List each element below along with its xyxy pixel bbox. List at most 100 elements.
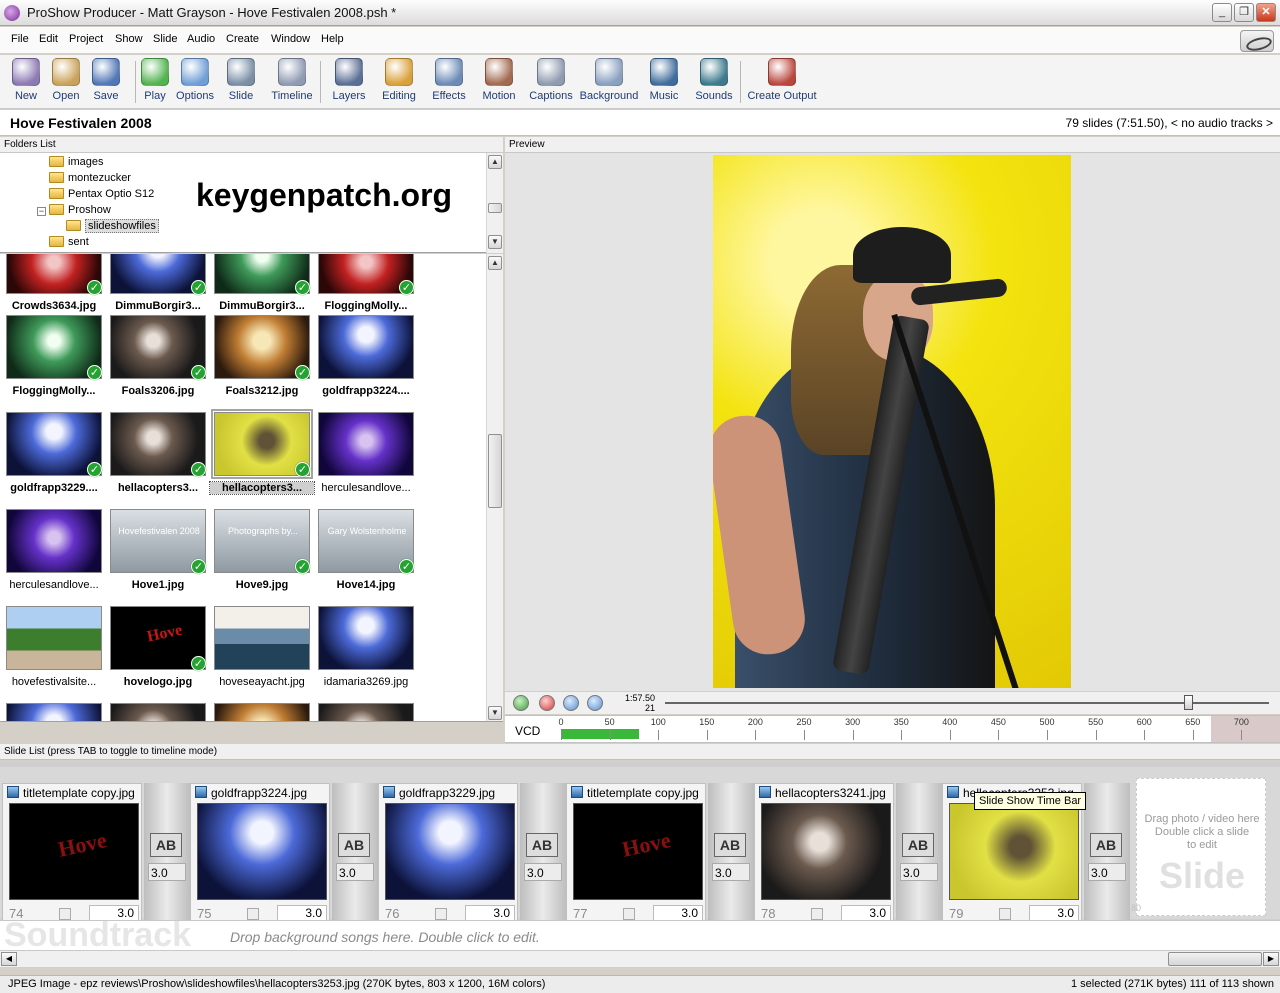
slide-sound-icon[interactable] — [435, 908, 447, 920]
slide-sound-icon[interactable] — [247, 908, 259, 920]
slide-list-scrollbar[interactable]: ◀ ▶ — [0, 950, 1280, 967]
transition-effect-icon[interactable]: AB — [150, 833, 182, 857]
thumbnail-item[interactable]: goldfrapp3224.... — [314, 309, 418, 405]
transition-item[interactable]: AB 3.0 — [332, 783, 378, 925]
scroll-left-icon[interactable]: ◀ — [1, 952, 17, 966]
maximize-button[interactable]: ❐ — [1234, 3, 1254, 22]
thumbnail-item[interactable]: Hove ✓ hovelogo.jpg — [106, 600, 210, 696]
scroll-down-icon[interactable]: ▼ — [488, 235, 502, 249]
scroll-up-icon[interactable]: ▲ — [488, 256, 502, 270]
show-time-ruler[interactable]: VCD 0 50 100 150 200 250 300 350 400 450 500 550 600… — [505, 715, 1280, 743]
transition-item[interactable]: AB 3.0 — [144, 783, 190, 925]
folder-item[interactable]: Pentax Optio S12 — [49, 188, 154, 200]
scroll-thumb[interactable] — [488, 434, 502, 508]
next-slide-button[interactable] — [587, 695, 603, 711]
proshow-app-icon[interactable] — [4, 5, 20, 21]
transition-duration[interactable]: 3.0 — [524, 863, 562, 881]
menu-edit[interactable]: Edit — [39, 33, 58, 45]
close-button[interactable]: ✕ — [1256, 3, 1276, 22]
scroll-right-icon[interactable]: ▶ — [1263, 952, 1279, 966]
transition-duration[interactable]: 3.0 — [900, 863, 938, 881]
menu-slide[interactable]: Slide — [153, 33, 177, 45]
thumbnail-item[interactable] — [106, 697, 210, 721]
transition-duration[interactable]: 3.0 — [336, 863, 374, 881]
slide-sound-icon[interactable] — [623, 908, 635, 920]
thumbnail-item[interactable]: Photographs by... ✓ Hove9.jpg — [210, 503, 314, 599]
thumbnail-item[interactable]: herculesandlove... — [2, 503, 106, 599]
transition-effect-icon[interactable]: AB — [902, 833, 934, 857]
thumbnail-item[interactable]: Hovefestivalen 2008 ✓ Hove1.jpg — [106, 503, 210, 599]
slide-sound-icon[interactable] — [999, 908, 1011, 920]
slide-item[interactable]: hellacopters3241.jpg 78 3.0 — [754, 783, 894, 925]
toolbar-motion-button[interactable]: Motion — [478, 58, 520, 106]
folder-item[interactable]: slideshowfiles — [66, 219, 159, 233]
slide-item[interactable]: titletemplate copy.jpg Hove 74 3.0 — [2, 783, 142, 925]
soundtrack-bar[interactable]: Soundtrack Drop background songs here. D… — [0, 916, 1280, 954]
toolbar-captions-button[interactable]: Captions — [527, 58, 575, 106]
menu-help[interactable]: Help — [321, 33, 344, 45]
transition-effect-icon[interactable]: AB — [1090, 833, 1122, 857]
folder-item[interactable]: sent — [49, 236, 89, 248]
toolbar-effects-button[interactable]: Effects — [428, 58, 470, 106]
menu-audio[interactable]: Audio — [187, 33, 215, 45]
scroll-thumb[interactable] — [1168, 952, 1262, 966]
transition-item[interactable]: AB 3.0 — [708, 783, 754, 925]
toolbar-music-button[interactable]: Music — [644, 58, 684, 106]
empty-slide-placeholder[interactable]: Drag photo / video here Double click a s… — [1131, 778, 1266, 916]
preview-position-track[interactable] — [665, 702, 1269, 704]
slide-summary[interactable]: 79 slides (7:51.50), < no audio tracks > — [1066, 116, 1273, 130]
thumbnail-item[interactable]: ✓ hellacopters3... — [106, 406, 210, 502]
thumbnail-item[interactable]: Gary Wolstenholme ✓ Hove14.jpg — [314, 503, 418, 599]
minimize-button[interactable]: _ — [1212, 3, 1232, 22]
scroll-thumb[interactable] — [488, 203, 502, 213]
folder-item[interactable]: images — [49, 156, 103, 168]
toolbar-slide-button[interactable]: Slide — [223, 58, 259, 106]
thumbnail-item[interactable] — [210, 697, 314, 721]
toolbar-timeline-button[interactable]: Timeline — [269, 58, 315, 106]
stop-button[interactable] — [539, 695, 555, 711]
menu-create[interactable]: Create — [226, 33, 259, 45]
scroll-up-icon[interactable]: ▲ — [488, 155, 502, 169]
slide-item[interactable]: goldfrapp3224.jpg 75 3.0 — [190, 783, 330, 925]
thumbnail-item[interactable]: ✓ hellacopters3... — [209, 406, 315, 502]
thumbnail-item[interactable]: hovefestivalsite... — [2, 600, 106, 696]
thumbnail-item[interactable]: ✓ Foals3212.jpg — [210, 309, 314, 405]
scroll-down-icon[interactable]: ▼ — [488, 706, 502, 720]
menu-show[interactable]: Show — [115, 33, 143, 45]
thumbnail-item[interactable]: ✓ FloggingMolly... — [2, 309, 106, 405]
slide-sound-icon[interactable] — [811, 908, 823, 920]
menu-project[interactable]: Project — [69, 33, 103, 45]
transition-item[interactable]: AB 3.0 — [1084, 783, 1130, 925]
thumbnail-item[interactable]: hoveseayacht.jpg — [210, 600, 314, 696]
toolbar-layers-button[interactable]: Layers — [328, 58, 370, 106]
menu-file[interactable]: File — [11, 33, 29, 45]
slide-item[interactable]: titletemplate copy.jpg Hove 77 3.0 — [566, 783, 706, 925]
thumbnail-item[interactable]: ✓ Foals3206.jpg — [106, 309, 210, 405]
transition-effect-icon[interactable]: AB — [338, 833, 370, 857]
toolbar-save-button[interactable]: Save — [88, 58, 124, 106]
previous-slide-button[interactable] — [563, 695, 579, 711]
thumbnail-item[interactable] — [314, 697, 418, 721]
play-button[interactable] — [513, 695, 529, 711]
toolbar-options-button[interactable]: Options — [173, 58, 217, 106]
menu-window[interactable]: Window — [271, 33, 310, 45]
folder-item[interactable]: montezucker — [49, 172, 131, 184]
thumbnail-item[interactable] — [2, 697, 106, 721]
toolbar-new-button[interactable]: New — [8, 58, 44, 106]
transition-item[interactable]: AB 3.0 — [896, 783, 942, 925]
transition-effect-icon[interactable]: AB — [714, 833, 746, 857]
thumbnails-scrollbar[interactable]: ▲ ▼ — [486, 254, 503, 721]
transition-duration[interactable]: 3.0 — [1088, 863, 1126, 881]
toolbar-background-button[interactable]: Background — [579, 58, 639, 106]
folder-item[interactable]: Proshow — [49, 204, 111, 216]
transition-effect-icon[interactable]: AB — [526, 833, 558, 857]
toolbar-sounds-button[interactable]: Sounds — [693, 58, 735, 106]
toolbar-editing-button[interactable]: Editing — [378, 58, 420, 106]
preview-position-slider[interactable] — [1184, 695, 1193, 710]
output-format-label[interactable]: VCD — [515, 724, 540, 738]
folders-scrollbar[interactable]: ▲ ▼ — [486, 153, 503, 253]
thumbnail-item[interactable]: herculesandlove... — [314, 406, 418, 502]
toolbar-open-button[interactable]: Open — [48, 58, 84, 106]
toolbar-create-output-button[interactable]: Create Output — [747, 58, 817, 106]
thumbnail-item[interactable]: ✓ goldfrapp3229.... — [2, 406, 106, 502]
